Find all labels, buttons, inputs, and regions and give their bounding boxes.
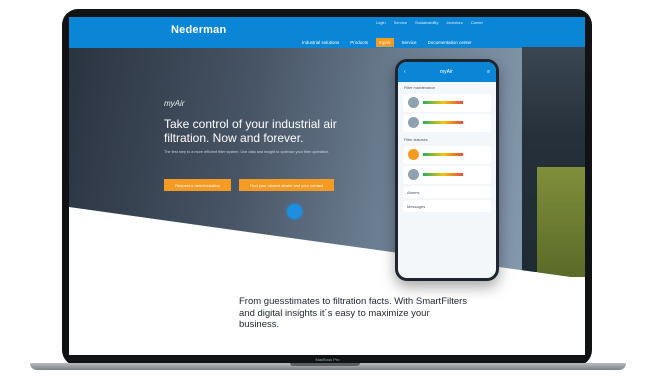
white-diagonal-section (69, 207, 585, 355)
phone-app-title: myAir (439, 69, 453, 75)
phone-mockup: ‹ myAir ≡ Filter maintenance Filter stat… (395, 59, 499, 281)
filter-icon (408, 97, 419, 108)
hero-subtext: The first step to a more efficient filte… (164, 150, 330, 154)
filter-card[interactable] (403, 114, 491, 132)
back-icon[interactable]: ‹ (404, 69, 406, 75)
status-gauge (423, 173, 463, 176)
menu-icon[interactable]: ≡ (487, 69, 490, 75)
laptop-screen: Nederman Login Service Sustainability In… (69, 17, 585, 355)
find-dealer-button[interactable]: Find your closest dealer and your contac… (239, 179, 334, 191)
filter-card[interactable] (403, 146, 491, 164)
filter-icon (408, 169, 419, 180)
scroll-indicator[interactable] (287, 204, 302, 219)
tagline: From guesstimates to filtration facts. W… (239, 296, 468, 330)
filter-icon (408, 117, 419, 128)
filter-card[interactable] (403, 94, 491, 112)
device-model-label: MacBook Pro (315, 357, 340, 362)
phone-section-title: Filter statuses (404, 138, 428, 142)
phone-section-title: Filter maintenance (404, 86, 436, 90)
status-gauge (423, 101, 463, 104)
filter-card[interactable] (403, 166, 491, 184)
phone-app-header: ‹ myAir ≡ (398, 62, 496, 82)
laptop-notch (290, 363, 360, 366)
hero-headline: Take control of your industrial air filt… (164, 117, 337, 145)
hero-brand: myAir (164, 99, 185, 108)
phone-row-alarms[interactable]: Alarms (403, 186, 491, 198)
request-demo-button[interactable]: Request a demonstration (164, 179, 231, 191)
status-gauge (423, 153, 463, 156)
phone-row-messages[interactable]: Messages (403, 200, 491, 212)
alert-filter-icon (408, 149, 419, 160)
status-gauge (423, 121, 463, 124)
